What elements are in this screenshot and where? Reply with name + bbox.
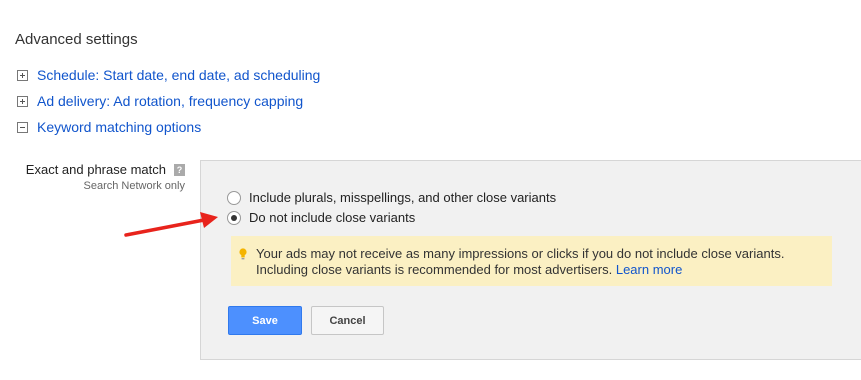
- field-label: Exact and phrase match ?: [26, 162, 185, 177]
- lightbulb-icon: [239, 248, 247, 260]
- field-sublabel: Search Network only: [83, 180, 186, 192]
- expander-label[interactable]: Keyword matching options: [37, 119, 201, 135]
- radio-unchecked-icon[interactable]: [227, 190, 241, 205]
- section-title: Advanced settings: [15, 31, 138, 48]
- expander-label[interactable]: Ad delivery: Ad rotation, frequency capp…: [37, 93, 303, 109]
- expand-plus-icon[interactable]: [17, 95, 28, 107]
- radio-label[interactable]: Include plurals, misspellings, and other…: [249, 190, 556, 205]
- learn-more-link[interactable]: Learn more: [616, 262, 682, 277]
- notice-box: Your ads may not receive as many impress…: [231, 236, 832, 286]
- notice-line-1: Your ads may not receive as many impress…: [256, 246, 785, 261]
- expand-plus-icon[interactable]: [17, 69, 28, 81]
- collapse-minus-icon[interactable]: [17, 121, 28, 133]
- red-arrow-annotation: [124, 212, 218, 237]
- expander-ad-delivery[interactable]: Ad delivery: Ad rotation, frequency capp…: [17, 93, 303, 109]
- radio-option-do-not-include[interactable]: Do not include close variants: [227, 210, 415, 225]
- help-icon[interactable]: ?: [174, 163, 185, 176]
- notice-line-2-text: Including close variants is recommended …: [256, 262, 613, 277]
- notice-line-2: Including close variants is recommended …: [256, 262, 822, 278]
- radio-label[interactable]: Do not include close variants: [249, 210, 415, 225]
- expander-keyword-matching[interactable]: Keyword matching options: [17, 119, 201, 135]
- matching-options-panel: Include plurals, misspellings, and other…: [200, 160, 861, 360]
- save-button[interactable]: Save: [228, 306, 302, 335]
- expander-label[interactable]: Schedule: Start date, end date, ad sched…: [37, 67, 320, 83]
- cancel-button[interactable]: Cancel: [311, 306, 384, 335]
- radio-option-include[interactable]: Include plurals, misspellings, and other…: [227, 190, 556, 205]
- radio-checked-icon[interactable]: [227, 210, 241, 225]
- field-label-text: Exact and phrase match: [25, 162, 166, 177]
- expander-schedule[interactable]: Schedule: Start date, end date, ad sched…: [17, 67, 320, 83]
- field-label-block: Exact and phrase match ? Search Network …: [26, 162, 185, 192]
